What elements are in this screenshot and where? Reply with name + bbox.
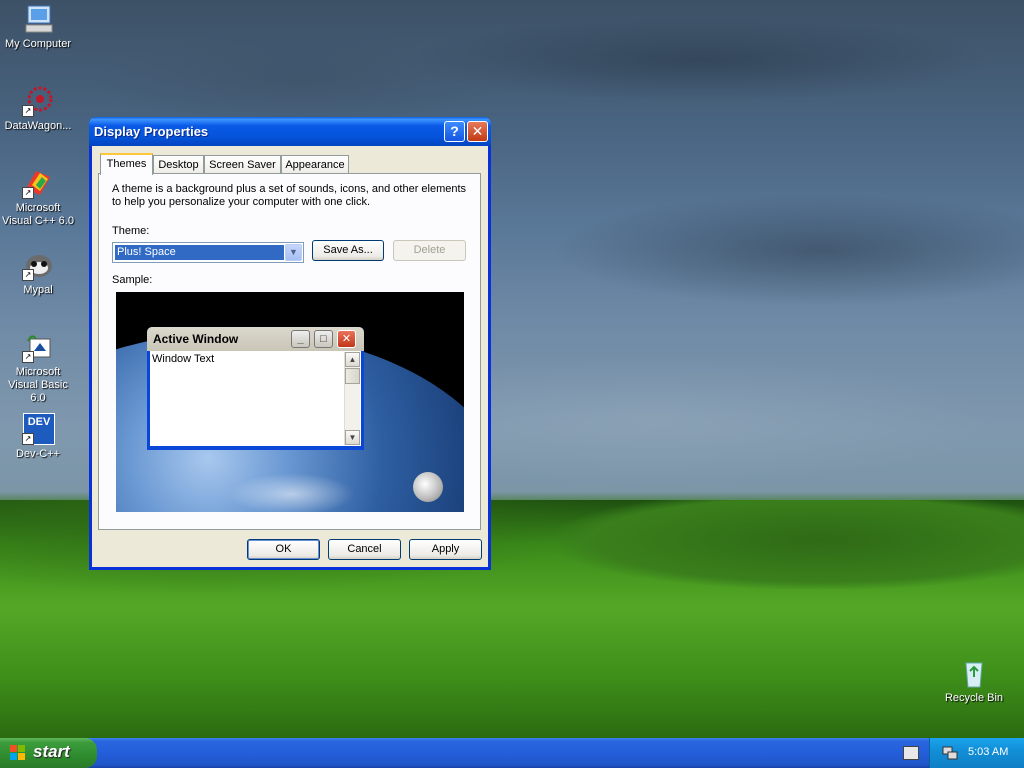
window-title: Display Properties — [94, 124, 209, 139]
scroll-thumb — [345, 368, 360, 384]
display-properties-window: Display Properties ? ✕ Themes Desktop Sc… — [89, 117, 491, 570]
windows-logo-icon — [10, 745, 26, 761]
datawagon-icon: ↗ — [22, 85, 54, 117]
close-icon: ✕ — [471, 123, 484, 139]
recycle-bin-icon — [958, 657, 990, 689]
desktop-icon-label: Microsoft Visual C++ 6.0 — [2, 202, 74, 227]
shortcut-arrow-icon: ↗ — [22, 269, 34, 281]
theme-select-value: Plus! Space — [114, 244, 285, 261]
sample-active-window: Active Window _ □ ✕ Window Text ▲ ▼ — [147, 327, 364, 450]
clock[interactable]: 5:03 AM — [968, 746, 1008, 758]
theme-description: A theme is a background plus a set of so… — [112, 183, 467, 208]
visual-basic-icon: ↗ — [22, 331, 54, 363]
desktop-icon-visual-basic[interactable]: ↗ Microsoft Visual Basic 6.0 — [0, 331, 76, 405]
system-tray: 5:03 AM — [929, 738, 1024, 768]
dev-cpp-icon: DEV ↗ — [22, 413, 55, 445]
save-as-button[interactable]: Save As... — [312, 240, 384, 261]
visual-cpp-icon: ↗ — [22, 167, 54, 199]
desktop-icon-recycle-bin[interactable]: Recycle Bin — [936, 657, 1012, 705]
cancel-button[interactable]: Cancel — [328, 539, 401, 560]
network-icon[interactable] — [942, 745, 958, 761]
theme-sample-preview: Active Window _ □ ✕ Window Text ▲ ▼ — [116, 292, 464, 512]
keyboard-icon[interactable] — [903, 746, 919, 760]
desktop-icon-label: My Computer — [4, 38, 72, 50]
minimize-icon: _ — [291, 330, 310, 348]
tab-appearance[interactable]: Appearance — [281, 155, 349, 174]
scroll-down-icon: ▼ — [345, 430, 360, 445]
help-icon: ? — [450, 123, 459, 139]
ok-button[interactable]: OK — [247, 539, 320, 560]
start-label: start — [33, 742, 70, 761]
mypal-icon: ↗ — [22, 249, 54, 281]
start-button[interactable]: start — [0, 738, 97, 768]
chevron-down-icon[interactable]: ▼ — [285, 244, 302, 261]
moon-image — [413, 472, 443, 502]
sample-window-title: Active Window — [153, 332, 239, 346]
close-icon: ✕ — [337, 330, 356, 348]
tab-themes[interactable]: Themes — [100, 153, 153, 175]
desktop-icon-label: Recycle Bin — [944, 692, 1004, 704]
shortcut-arrow-icon: ↗ — [22, 105, 34, 117]
taskbar: start 5:03 AM — [0, 738, 1024, 768]
maximize-icon: □ — [314, 330, 333, 348]
delete-button[interactable]: Delete — [393, 240, 466, 261]
shortcut-arrow-icon: ↗ — [22, 187, 34, 199]
desktop-icon-label: Microsoft Visual Basic 6.0 — [8, 366, 68, 404]
sample-label: Sample: — [112, 274, 153, 286]
desktop-icon-visual-cpp[interactable]: ↗ Microsoft Visual C++ 6.0 — [0, 167, 76, 228]
desktop-icon-label: Dev-C++ — [15, 448, 61, 460]
sample-scrollbar: ▲ ▼ — [344, 352, 360, 445]
sample-title-bar: Active Window _ □ ✕ — [147, 327, 364, 351]
help-button[interactable]: ? — [444, 121, 465, 142]
shortcut-arrow-icon: ↗ — [22, 351, 34, 363]
tab-desktop[interactable]: Desktop — [153, 155, 204, 174]
scroll-up-icon: ▲ — [345, 352, 360, 367]
theme-select[interactable]: Plus! Space ▼ — [112, 242, 304, 263]
desktop-icon-datawagon[interactable]: ↗ DataWagon... — [0, 85, 76, 133]
sample-window-text: Window Text — [152, 353, 215, 365]
desktop-icon-my-computer[interactable]: My Computer — [0, 3, 76, 51]
close-button[interactable]: ✕ — [467, 121, 488, 142]
desktop-icon-mypal[interactable]: ↗ Mypal — [0, 249, 76, 297]
tab-screen-saver[interactable]: Screen Saver — [204, 155, 281, 174]
title-bar[interactable]: Display Properties ? ✕ — [89, 117, 491, 146]
dialog-client-area: Themes Desktop Screen Saver Appearance A… — [92, 146, 488, 567]
my-computer-icon — [22, 3, 54, 35]
sample-window-body: Window Text ▲ ▼ — [150, 351, 361, 446]
desktop-icon-dev-cpp[interactable]: DEV ↗ Dev-C++ — [0, 413, 76, 461]
apply-button[interactable]: Apply — [409, 539, 482, 560]
shortcut-arrow-icon: ↗ — [22, 433, 34, 445]
desktop-icon-label: DataWagon... — [4, 120, 72, 132]
theme-label: Theme: — [112, 225, 150, 237]
desktop-icon-label: Mypal — [23, 284, 53, 296]
